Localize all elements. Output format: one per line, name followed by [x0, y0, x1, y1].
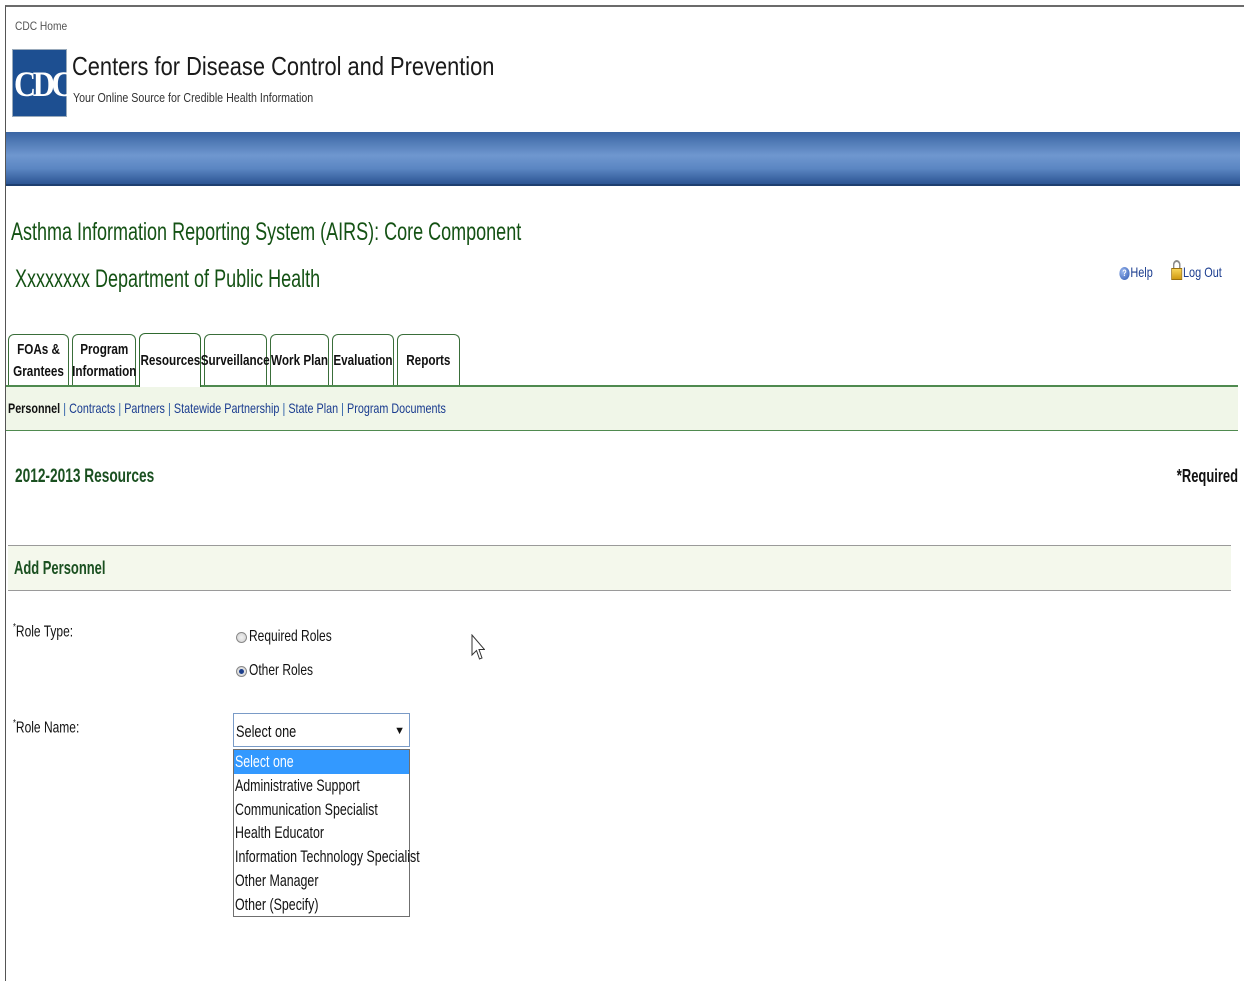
help-link[interactable]: ? Help	[1119, 264, 1154, 280]
logout-link[interactable]: Log Out	[1171, 260, 1222, 280]
tab-label: FOAs &	[17, 340, 60, 358]
dropdown-option[interactable]: Administrative Support	[234, 774, 409, 798]
radio-required-roles[interactable]: Required Roles	[236, 628, 359, 646]
department-title: Xxxxxxxx Department of Public Health	[15, 265, 321, 293]
label-text: Role Name:	[15, 719, 80, 737]
cdc-home-link[interactable]: CDC Home	[15, 19, 67, 33]
tab-label: Work Plan	[271, 351, 329, 369]
subnav-item-state-plan[interactable]: State Plan	[288, 400, 338, 416]
subnav-item-partners[interactable]: Partners	[124, 400, 165, 416]
top-links: ? Help Log Out	[1106, 260, 1222, 280]
tab-surveillance[interactable]: Surveillance	[201, 334, 270, 386]
tab-label: Program	[79, 340, 129, 358]
help-label: Help	[1130, 264, 1154, 280]
radio-button[interactable]	[236, 631, 247, 643]
subnav-item-statewide-partnership[interactable]: Statewide Partnership	[174, 400, 279, 416]
dropdown-option[interactable]: Information Technology Specialist	[234, 845, 420, 869]
role-name-dropdown-list: Select one Administrative Support Commun…	[233, 749, 420, 917]
role-name-select[interactable]: Select one ▼	[233, 713, 410, 747]
panel-title: Add Personnel	[14, 558, 106, 578]
tab-evaluation[interactable]: Evaluation	[332, 334, 394, 386]
subnav-item-personnel[interactable]: Personnel	[8, 400, 60, 416]
role-type-label: *Role Type:	[13, 622, 73, 641]
lock-icon	[1171, 260, 1183, 280]
separator: |	[63, 400, 67, 416]
tab-label: Resources	[140, 351, 200, 369]
dropdown-option[interactable]: Communication Specialist	[234, 798, 409, 822]
dropdown-option[interactable]: Other (Specify)	[234, 893, 409, 917]
tab-foas-grantees[interactable]: FOAs & Grantees	[8, 334, 69, 386]
tab-program-information[interactable]: Program Information	[72, 334, 136, 386]
tab-resources[interactable]: Resources	[139, 333, 201, 387]
help-icon: ?	[1119, 267, 1130, 280]
tab-reports[interactable]: Reports	[397, 334, 460, 386]
separator: |	[341, 400, 344, 416]
blue-banner	[6, 132, 1240, 186]
required-note: *Required	[1176, 466, 1238, 486]
org-tagline: Your Online Source for Credible Health I…	[73, 90, 314, 105]
tab-label: Grantees	[13, 362, 64, 380]
label-text: Role Type:	[15, 623, 74, 641]
select-value: Select one	[236, 722, 297, 741]
sub-navigation: Personnel | Contracts | Partners | Statewide P…	[6, 387, 1238, 431]
separator: |	[282, 400, 286, 416]
mouse-cursor-icon	[471, 634, 485, 660]
radio-button-checked[interactable]	[236, 665, 247, 677]
radio-label: Required Roles	[249, 628, 332, 645]
dropdown-option[interactable]: Health Educator	[234, 821, 409, 845]
dropdown-option[interactable]: Other Manager	[234, 869, 409, 893]
main-tabs: FOAs & Grantees Program Information Resour…	[8, 332, 463, 387]
tab-label: Information	[71, 362, 137, 380]
tab-label: Reports	[406, 351, 451, 369]
role-name-label: *Role Name:	[13, 718, 79, 737]
app-title: Asthma Information Reporting System (AIR…	[11, 218, 522, 246]
tab-work-plan[interactable]: Work Plan	[270, 334, 329, 386]
add-personnel-panel-header: Add Personnel	[8, 545, 1231, 591]
dropdown-option[interactable]: Select one	[234, 750, 409, 774]
subnav-item-program-documents[interactable]: Program Documents	[347, 400, 446, 416]
radio-label: Other Roles	[249, 662, 314, 679]
cdc-logo-text: CDC	[14, 64, 74, 104]
separator: |	[118, 400, 122, 416]
logout-label: Log Out	[1183, 264, 1222, 280]
dropdown-arrow-icon[interactable]: ▼	[394, 725, 405, 737]
radio-other-roles[interactable]: Other Roles	[236, 662, 334, 680]
subnav-item-contracts[interactable]: Contracts	[69, 400, 115, 416]
tab-label: Evaluation	[333, 351, 393, 369]
cdc-logo[interactable]: CDC	[12, 49, 74, 117]
tab-label: Surveillance	[201, 351, 270, 369]
section-title: 2012-2013 Resources	[15, 466, 155, 487]
org-name[interactable]: Centers for Disease Control and Preventi…	[72, 51, 494, 82]
